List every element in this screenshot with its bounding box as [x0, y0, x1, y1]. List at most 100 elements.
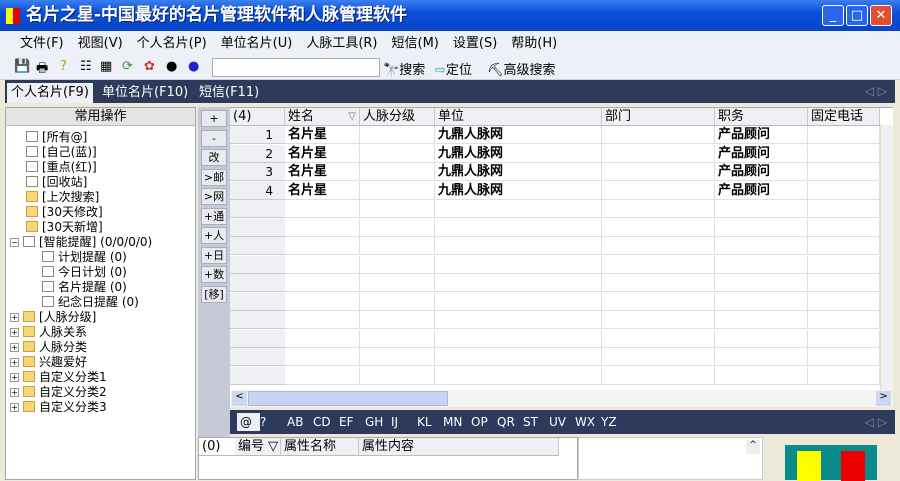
side-button[interactable]: +数 [201, 266, 227, 283]
side-button[interactable]: - [201, 129, 227, 147]
close-button[interactable]: ✕ [870, 5, 892, 26]
tree-item[interactable]: [30天修改] [26, 205, 103, 220]
alpha-filter-1[interactable]: ? [260, 415, 266, 429]
menu-item[interactable]: 设置(S) [453, 36, 497, 51]
column-header[interactable]: 职务 [715, 108, 808, 126]
card-view-icon[interactable]: ▦ [100, 59, 112, 74]
tree-item[interactable]: [重点(红)] [26, 160, 97, 175]
alpha-filter-5[interactable]: GH [365, 415, 383, 429]
alpha-filter-3[interactable]: CD [313, 415, 331, 429]
locate-button[interactable]: ⇨定位 [435, 59, 472, 78]
menu-item[interactable]: 人脉工具(R) [306, 36, 377, 51]
column-header[interactable]: 单位 [435, 108, 602, 126]
tree-item[interactable]: [回收站] [26, 175, 87, 190]
side-button[interactable]: >邮 [201, 168, 227, 186]
alpha-filter-13[interactable]: WX [575, 415, 595, 429]
tree-item[interactable]: + 人脉关系 [10, 325, 87, 340]
tree-item[interactable]: + 自定义分类3 [10, 400, 107, 415]
props-col-id[interactable]: 编号 ▽ [235, 438, 281, 456]
expand-toggle-icon[interactable]: + [10, 313, 19, 322]
expand-toggle-icon[interactable]: + [10, 328, 19, 337]
menu-item[interactable]: 文件(F) [20, 36, 64, 51]
column-header[interactable]: 姓名 ▽ [285, 108, 360, 126]
expand-toggle-icon[interactable]: − [10, 238, 19, 247]
tree-item[interactable]: 计划提醒 (0) [42, 250, 127, 265]
tree-item[interactable]: + 自定义分类2 [10, 385, 107, 400]
tree-item[interactable]: − [智能提醒] (0/0/0/0) [10, 235, 152, 250]
table-row[interactable]: 4 名片星 九鼎人脉网 产品顾问 [230, 181, 880, 200]
tree-item[interactable]: 名片提醒 (0) [42, 280, 127, 295]
alpha-filter-11[interactable]: ST [523, 415, 538, 429]
blue-dot-icon[interactable]: ● [188, 59, 199, 74]
expand-toggle-icon[interactable]: + [10, 358, 19, 367]
print-icon[interactable]: 🖶 [36, 59, 48, 81]
expand-toggle-icon[interactable]: + [10, 403, 19, 412]
alpha-filter-9[interactable]: OP [471, 415, 488, 429]
tab-scroll-icon[interactable]: ◁ ▷ [865, 84, 887, 98]
side-button[interactable]: + [201, 110, 227, 127]
tree-item[interactable]: [自己(蓝)] [26, 145, 97, 160]
alpha-filter-7[interactable]: KL [417, 415, 432, 429]
scroll-left-button[interactable]: < [232, 391, 247, 406]
alpha-filter-4[interactable]: EF [339, 415, 353, 429]
minimize-button[interactable]: _ [822, 5, 844, 26]
side-button[interactable]: 改 [201, 149, 227, 166]
search-input[interactable] [212, 58, 380, 77]
props-col-content[interactable]: 属性内容 [359, 438, 559, 456]
scroll-up-button[interactable]: ^ [746, 440, 760, 454]
tab-personal-cards[interactable]: 个人名片(F9) [7, 83, 93, 103]
vertical-scrollbar[interactable] [880, 125, 893, 390]
tree-item[interactable]: + 自定义分类1 [10, 370, 107, 385]
column-header[interactable]: 部门 [602, 108, 715, 126]
tree-item[interactable]: [所有@] [26, 130, 87, 145]
table-row[interactable]: 2 名片星 九鼎人脉网 产品顾问 [230, 144, 880, 163]
table-row[interactable]: 1 名片星 九鼎人脉网 产品顾问 [230, 126, 880, 144]
alpha-filter-8[interactable]: MN [443, 415, 462, 429]
alpha-filter-14[interactable]: YZ [601, 415, 617, 429]
refresh-icon[interactable]: ⟳ [122, 59, 133, 74]
expand-toggle-icon[interactable]: + [10, 373, 19, 382]
alpha-scroll-icon[interactable]: ◁ ▷ [865, 415, 887, 429]
color-icon[interactable]: ✿ [144, 59, 155, 74]
column-header[interactable]: 人脉分级 [360, 108, 435, 126]
side-button[interactable]: >网 [201, 188, 227, 205]
tree-item[interactable]: [30天新增] [26, 220, 103, 235]
menu-item[interactable]: 视图(V) [78, 36, 123, 51]
black-dot-icon[interactable]: ● [166, 59, 177, 74]
tab-sms[interactable]: 短信(F11) [195, 83, 263, 103]
help-icon[interactable]: ? [60, 59, 67, 74]
menu-item[interactable]: 短信(M) [392, 36, 439, 51]
expand-toggle-icon[interactable]: + [10, 343, 19, 352]
notes-area[interactable]: ^ [578, 437, 763, 480]
table-row[interactable]: 3 名片星 九鼎人脉网 产品顾问 [230, 163, 880, 181]
tree-item[interactable]: + [人脉分级] [10, 310, 96, 325]
side-button[interactable]: +人 [201, 227, 227, 244]
alpha-filter-12[interactable]: UV [549, 415, 566, 429]
scroll-thumb[interactable] [248, 391, 448, 406]
advanced-search-button[interactable]: ⛏高级搜索 [487, 59, 556, 78]
scroll-right-button[interactable]: > [876, 391, 891, 406]
horizontal-scrollbar[interactable]: < > [230, 390, 893, 407]
tree-item[interactable]: [上次搜索] [26, 190, 99, 205]
column-header[interactable]: 固定电话 [808, 108, 880, 126]
save-icon[interactable]: 💾 [14, 59, 30, 74]
alpha-filter-10[interactable]: QR [497, 415, 515, 429]
side-button[interactable]: +日 [201, 246, 227, 264]
menu-item[interactable]: 单位名片(U) [221, 36, 293, 51]
search-button[interactable]: 🔭搜索 [383, 59, 425, 78]
tree-item[interactable]: 今日计划 (0) [42, 265, 127, 280]
tree-item[interactable]: + 人脉分类 [10, 340, 87, 355]
menu-item[interactable]: 个人名片(P) [137, 36, 207, 51]
side-button[interactable]: [移] [201, 285, 227, 303]
props-col-name[interactable]: 属性名称 [281, 438, 359, 456]
alpha-filter-0[interactable]: @ [237, 413, 260, 431]
alpha-filter-2[interactable]: AB [287, 415, 303, 429]
tree-item[interactable]: 纪念日提醒 (0) [42, 295, 139, 310]
list-view-icon[interactable]: ☷ [80, 59, 92, 74]
expand-toggle-icon[interactable]: + [10, 388, 19, 397]
menu-item[interactable]: 帮助(H) [511, 36, 557, 51]
tree-item[interactable]: + 兴趣爱好 [10, 355, 87, 370]
maximize-button[interactable]: □ [846, 5, 868, 26]
tab-company-cards[interactable]: 单位名片(F10) [98, 83, 192, 103]
side-button[interactable]: +通 [201, 207, 227, 225]
